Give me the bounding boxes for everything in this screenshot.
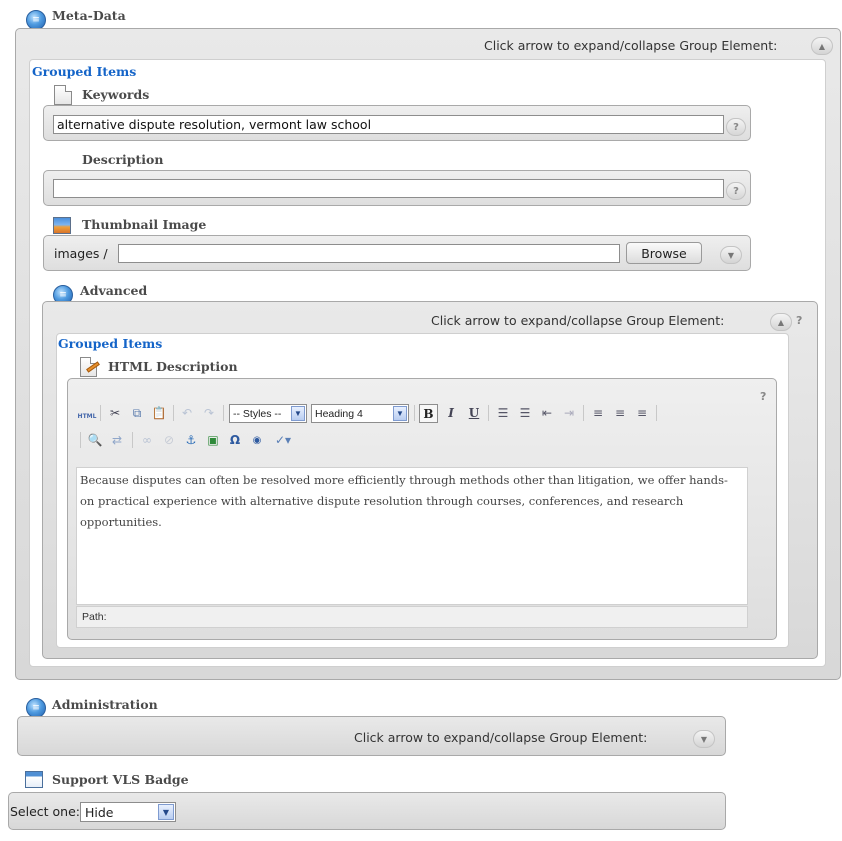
description-help-button[interactable]: ? [726,182,746,200]
editor-content-area[interactable]: Because disputes can often be resolved m… [76,467,748,605]
advanced-grouped-items-label: Grouped Items [58,336,163,351]
metadata-group-icon: ≡ [26,10,46,30]
description-input[interactable] [53,179,724,198]
administration-collapse-text: Click arrow to expand/collapse Group Ele… [354,730,648,745]
thumbnail-prefix: images / [54,246,108,261]
italic-icon[interactable]: I [442,404,460,422]
align-center-icon[interactable]: ≡ [611,404,629,422]
redo-icon[interactable]: ↷ [200,404,218,422]
description-label: Description [82,152,164,167]
support-badge-select-value: Hide [85,805,114,820]
align-left-icon[interactable]: ≡ [589,404,607,422]
special-character-icon[interactable]: Ω [226,431,244,449]
html-description-help-button[interactable]: ? [760,390,766,403]
editor-path-bar: Path: [76,606,748,628]
administration-expand-arrow-button[interactable]: ▼ [693,730,715,748]
support-badge-title: Support VLS Badge [52,772,189,787]
advanced-collapse-arrow-button[interactable]: ▲ [770,313,792,331]
thumbnail-input[interactable] [118,244,620,263]
bold-icon[interactable]: B [419,404,438,423]
insert-image-icon[interactable]: ▣ [204,431,222,449]
replace-icon[interactable]: ⇄ [108,431,126,449]
indent-icon[interactable]: ⇥ [560,404,578,422]
align-right-icon[interactable]: ≡ [633,404,651,422]
editor-toolbar: HTML ✂ ⧉ 📋 ↶ ↷ -- Styles -- ▼ Heading 4 … [76,404,748,460]
editor-path-label: Path: [82,611,107,623]
support-badge-dropdown-icon: ▼ [158,804,174,820]
anchor-icon[interactable]: ⚓ [182,431,200,449]
keywords-label: Keywords [82,87,150,102]
cut-icon[interactable]: ✂ [106,404,124,422]
advanced-help-button[interactable]: ? [796,314,802,327]
thumbnail-image-icon [53,217,71,234]
link-icon[interactable]: ∞ [138,431,156,449]
format-dropdown-icon: ▼ [393,406,407,421]
undo-icon[interactable]: ↶ [178,404,196,422]
keywords-input[interactable]: alternative dispute resolution, vermont … [53,115,724,134]
format-select-value: Heading 4 [315,407,363,420]
thumbnail-browse-button[interactable]: Browse [626,242,702,264]
underline-icon[interactable]: U [465,404,483,422]
copy-icon[interactable]: ⧉ [128,404,146,422]
support-badge-window-icon [25,771,43,788]
numbered-list-icon[interactable]: ☰ [516,404,534,422]
keywords-document-icon [54,85,72,105]
styles-select-value: -- Styles -- [233,407,282,420]
support-badge-select[interactable]: Hide ▼ [80,802,176,822]
support-badge-select-label: Select one: [10,804,81,819]
thumbnail-expand-arrow-button[interactable]: ▼ [720,246,742,264]
styles-select[interactable]: -- Styles -- ▼ [229,404,307,423]
keywords-help-button[interactable]: ? [726,118,746,136]
outdent-icon[interactable]: ⇤ [538,404,556,422]
paste-icon[interactable]: 📋 [150,404,168,422]
format-select[interactable]: Heading 4 ▼ [311,404,409,423]
metadata-title: Meta-Data [52,8,126,23]
administration-title: Administration [52,697,158,712]
html-source-icon[interactable]: HTML [78,407,97,425]
styles-dropdown-icon: ▼ [291,406,305,421]
html-description-label: HTML Description [108,359,238,374]
find-icon[interactable]: 🔍 [86,431,104,449]
administration-group-icon: ≡ [26,698,46,718]
bullet-list-icon[interactable]: ☰ [494,404,512,422]
advanced-collapse-text: Click arrow to expand/collapse Group Ele… [431,313,725,328]
advanced-title: Advanced [80,283,148,298]
metadata-grouped-items-label: Grouped Items [32,64,137,79]
metadata-collapse-text: Click arrow to expand/collapse Group Ele… [484,38,778,53]
insert-field-icon[interactable]: ◉ [248,431,266,449]
unlink-icon[interactable]: ⊘ [160,431,178,449]
html-description-edit-icon [80,357,100,377]
thumbnail-label: Thumbnail Image [82,217,207,232]
editor-body-text: Because disputes can often be resolved m… [80,473,728,529]
spellcheck-icon[interactable]: ✓▾ [270,431,296,449]
metadata-collapse-arrow-button[interactable]: ▲ [811,37,833,55]
